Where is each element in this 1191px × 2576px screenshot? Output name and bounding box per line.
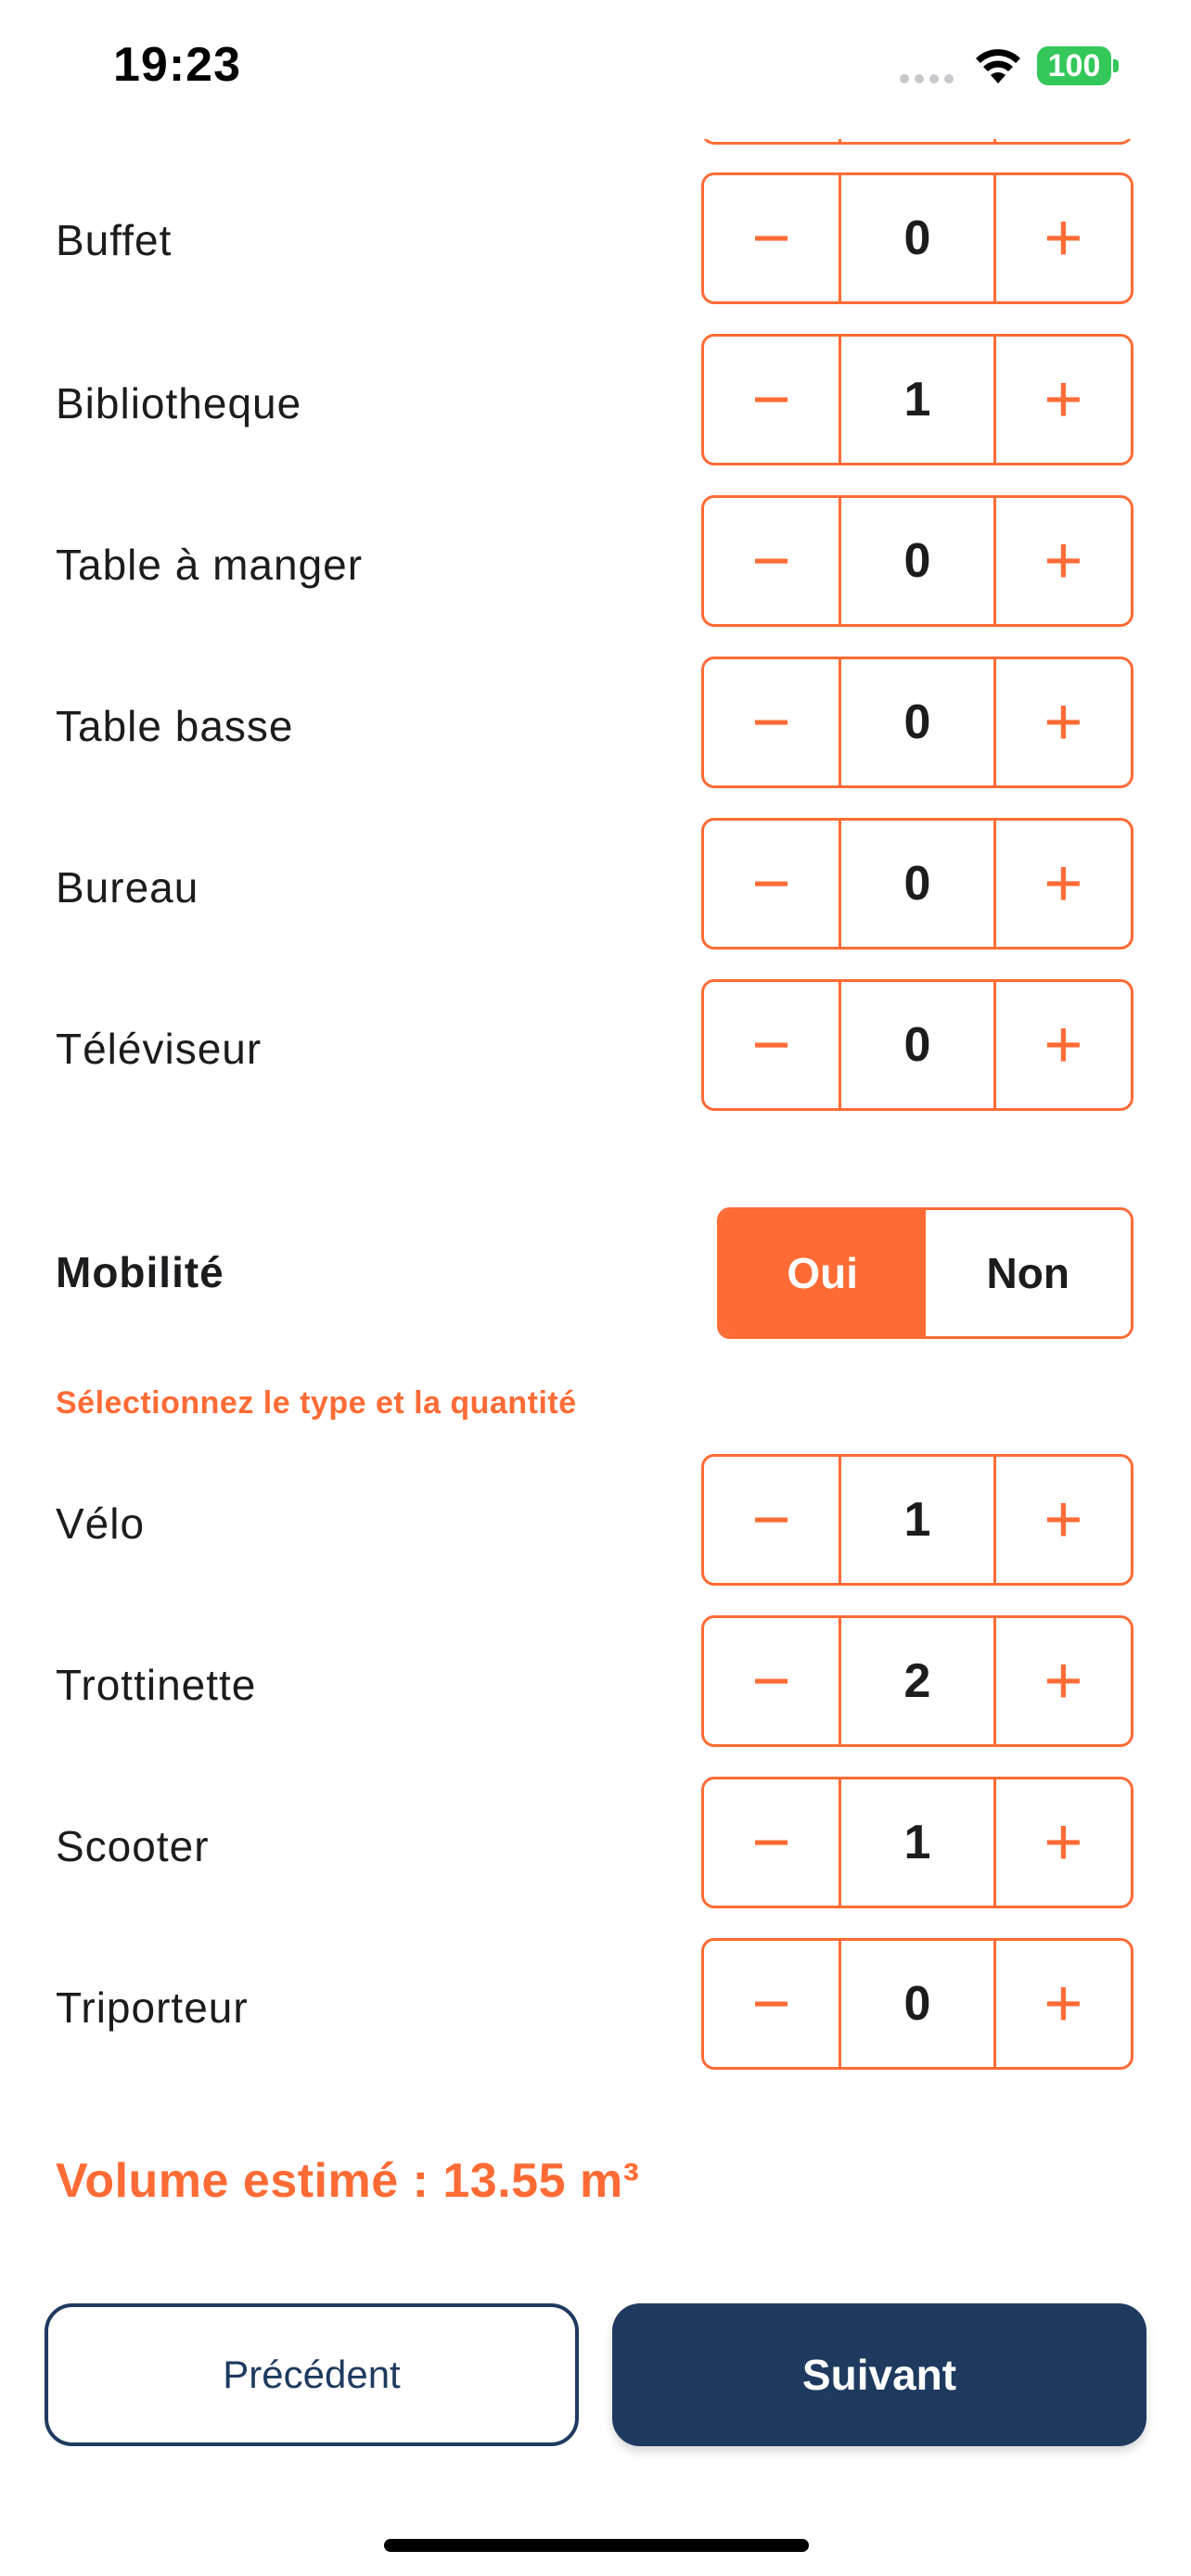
status-bar: 19:23 100 [0,0,1191,139]
signal-icon [900,74,954,83]
stepper-value: 1 [839,1779,996,1906]
minus-button[interactable]: − [704,337,839,463]
minus-button[interactable]: − [704,1779,839,1906]
quantity-stepper-table-basse: − 0 + [701,657,1133,788]
stepper-value: 1 [839,1457,996,1583]
minus-button[interactable]: − [704,1941,839,2067]
minus-button[interactable]: − [704,1457,839,1583]
minus-button[interactable]: − [704,982,839,1108]
quantity-stepper-velo: − 1 + [701,1454,1133,1586]
minus-button[interactable]: − [704,1618,839,1744]
item-label-bibliotheque: Bibliotheque [56,379,302,427]
plus-button[interactable]: + [996,1457,1131,1583]
item-label-trottinette: Trottinette [56,1661,257,1709]
plus-button[interactable]: + [996,821,1131,947]
minus-button[interactable]: − [704,659,839,785]
home-indicator [384,2539,809,2552]
minus-button[interactable]: − [704,821,839,947]
item-label-table-basse: Table basse [56,702,294,750]
toggle-yes-button[interactable]: Oui [720,1210,926,1336]
battery-icon: 100 [1037,46,1111,85]
mobility-toggle: Oui Non [717,1207,1133,1339]
item-label-triporteur: Triporteur [56,1983,249,2032]
previous-button[interactable]: Précédent [45,2303,579,2446]
quantity-stepper-triporteur: − 0 + [701,1938,1133,2070]
plus-button[interactable]: + [996,1618,1131,1744]
quantity-stepper-televiseur: − 0 + [701,979,1133,1111]
plus-button[interactable]: + [996,498,1131,624]
item-label-table-a-manger: Table à manger [56,541,364,589]
mobility-hint: Sélectionnez le type et la quantité [56,1385,577,1421]
item-label-velo: Vélo [56,1499,146,1548]
quantity-stepper-bibliotheque: − 1 + [701,334,1133,465]
minus-button[interactable]: − [704,175,839,301]
plus-button[interactable]: + [996,175,1131,301]
stepper-value: 1 [839,337,996,463]
stepper-value: 0 [839,498,996,624]
item-label-bureau: Bureau [56,863,199,912]
quantity-stepper-buffet: − 0 + [701,172,1133,304]
quantity-stepper-scooter: − 1 + [701,1777,1133,1908]
plus-button[interactable]: + [996,982,1131,1108]
quantity-stepper-trottinette: − 2 + [701,1615,1133,1747]
battery-nub [1113,59,1119,72]
stepper-value: 2 [839,1618,996,1744]
item-label-televiseur: Téléviseur [56,1025,263,1073]
item-label-scooter: Scooter [56,1822,210,1870]
stepper-value: 0 [839,982,996,1108]
next-button[interactable]: Suivant [612,2303,1146,2446]
status-time: 19:23 [113,38,241,92]
plus-button[interactable]: + [996,1941,1131,2067]
wifi-icon [976,49,1020,83]
plus-button[interactable]: + [996,337,1131,463]
quantity-stepper-table-a-manger: − 0 + [701,495,1133,627]
plus-button[interactable]: + [996,659,1131,785]
minus-button[interactable]: − [704,498,839,624]
stepper-value: 0 [839,821,996,947]
stepper-value: 0 [839,659,996,785]
quantity-stepper-bureau: − 0 + [701,818,1133,950]
mobility-title: Mobilité [56,1248,224,1296]
stepper-value: 0 [839,175,996,301]
stepper-value: 0 [839,1941,996,2067]
plus-button[interactable]: + [996,1779,1131,1906]
estimated-volume: Volume estimé : 13.55 m³ [56,2154,640,2208]
item-label-buffet: Buffet [56,216,173,264]
toggle-no-button[interactable]: Non [925,1210,1131,1336]
